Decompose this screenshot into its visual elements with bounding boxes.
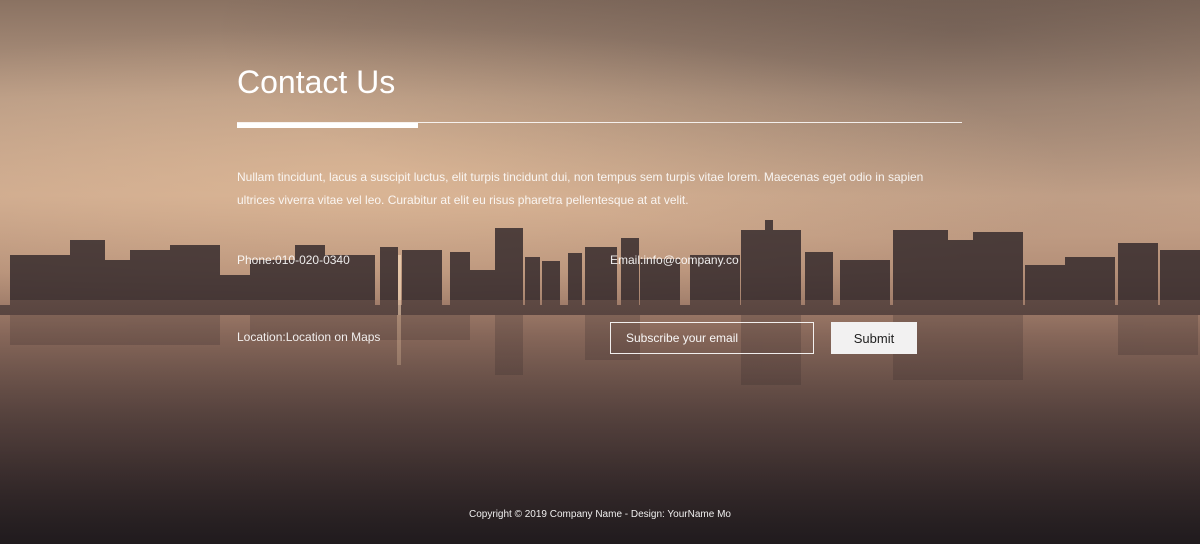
title-divider-accent [237, 123, 418, 128]
submit-button[interactable]: Submit [831, 322, 917, 354]
location-info: Location:Location on Maps [237, 330, 380, 344]
phone-label: Phone: [237, 253, 276, 267]
phone-info: Phone:010-020-0340 [237, 253, 350, 267]
page-title: Contact Us [237, 64, 396, 100]
location-label: Location: [237, 330, 286, 344]
footer-copyright: Copyright © 2019 Company Name - Design: … [469, 509, 731, 520]
location-map-link[interactable]: Location on Maps [286, 330, 381, 344]
water-reflection [0, 300, 1200, 544]
contact-description: Nullam tincidunt, lacus a suscipit luctu… [237, 170, 924, 207]
email-address: info@company.co [643, 253, 739, 267]
phone-number: 010-020-0340 [275, 253, 350, 267]
email-info: Email:info@company.co [610, 253, 739, 267]
contact-page: Contact Us Nullam tincidunt, lacus a sus… [0, 0, 1200, 544]
email-label: Email: [610, 253, 644, 267]
subscribe-email-input[interactable] [610, 322, 814, 354]
